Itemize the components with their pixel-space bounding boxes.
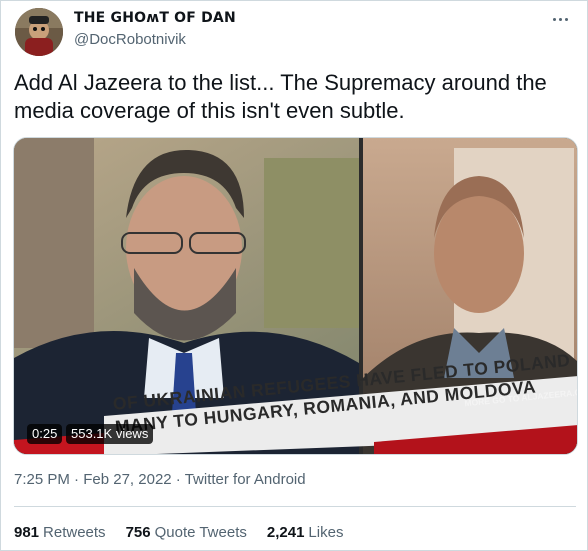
quote-tweets-count: 756 (125, 524, 151, 541)
author-handle[interactable]: @DocRobotnivik (74, 31, 186, 48)
retweets-count: 981 (14, 524, 40, 541)
likes-count: 2,241 (266, 524, 305, 541)
video-player[interactable]: OF UKRAINIAN REFUGEES HAVE FLED TO POLAN… (13, 137, 578, 455)
divider (14, 506, 576, 507)
quote-tweets-label: Quote Tweets (154, 524, 247, 541)
meta-separator: · (175, 471, 181, 488)
tweet-date[interactable]: Feb 27, 2022 (83, 471, 171, 488)
avatar[interactable] (15, 8, 63, 56)
retweets-stat[interactable]: 981 Retweets (14, 524, 106, 541)
video-views-badge: 553.1K views (66, 424, 154, 444)
tweet-card: THE GHOʍT OF DAN @DocRobotnivik Add Al J… (0, 0, 588, 551)
more-horizontal-icon (552, 17, 556, 21)
tweet-stats: 981 Retweets 756 Quote Tweets 2,241 Likes (14, 524, 363, 541)
likes-stat[interactable]: 2,241 Likes (267, 524, 344, 541)
more-options-button[interactable] (547, 9, 573, 29)
quote-tweets-stat[interactable]: 756 Quote Tweets (126, 524, 247, 541)
retweets-label: Retweets (43, 524, 106, 541)
tweet-text: Add Al Jazeera to the list... The Suprem… (14, 70, 547, 123)
author-display-name[interactable]: THE GHOʍT OF DAN (74, 10, 236, 26)
video-duration-badge: 0:25 (27, 424, 63, 444)
likes-label: Likes (308, 524, 344, 541)
avatar-image (15, 8, 63, 56)
meta-separator: · (74, 471, 80, 488)
tweet-meta: 7:25 PM · Feb 27, 2022 · Twitter for And… (14, 471, 306, 488)
video-frame (14, 138, 577, 454)
tweet-source[interactable]: Twitter for Android (185, 471, 306, 488)
more-horizontal-icon (558, 17, 562, 21)
tweet-time[interactable]: 7:25 PM (14, 471, 70, 488)
more-horizontal-icon (564, 17, 568, 21)
